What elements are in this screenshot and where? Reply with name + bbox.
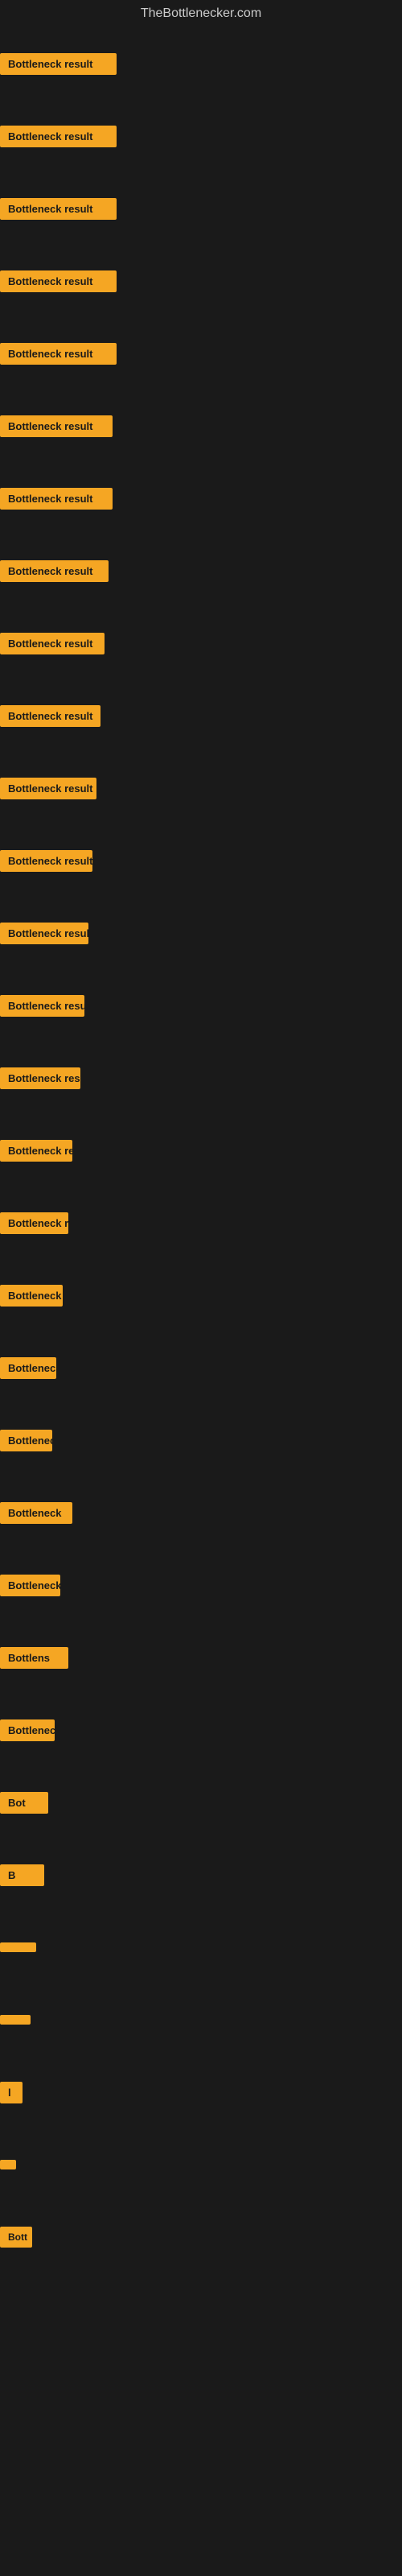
bottleneck-item-5[interactable]: Bottleneck result [0,317,402,390]
bottleneck-badge-7[interactable]: Bottleneck result [0,488,113,510]
bottleneck-badge-21[interactable]: Bottleneck [0,1502,72,1524]
bottleneck-badge-19[interactable]: Bottlenec [0,1357,56,1379]
bottleneck-item-16[interactable]: Bottleneck re [0,1114,402,1187]
bottleneck-badge-25[interactable]: Bot [0,1792,48,1814]
bottleneck-badge-1[interactable]: Bottleneck result [0,53,117,75]
bottleneck-item-10[interactable]: Bottleneck result [0,679,402,752]
bottleneck-item-15[interactable]: Bottleneck result [0,1042,402,1114]
bottleneck-badge-2[interactable]: Bottleneck result [0,126,117,147]
site-title: TheBottlenecker.com [0,0,402,27]
bottleneck-item-6[interactable]: Bottleneck result [0,390,402,462]
bottleneck-item-12[interactable]: Bottleneck result [0,824,402,897]
bottleneck-item-17[interactable]: Bottleneck result [0,1187,402,1259]
bottleneck-item-27[interactable] [0,1911,402,1984]
bottleneck-badge-6[interactable]: Bottleneck result [0,415,113,437]
bottleneck-item-18[interactable]: Bottleneck r [0,1259,402,1331]
bottleneck-badge-23[interactable]: Bottlens [0,1647,68,1669]
bottleneck-badge-29[interactable]: l [0,2082,23,2103]
bottleneck-badge-17[interactable]: Bottleneck result [0,1212,68,1234]
bottom-spacer [0,2273,402,2434]
bottleneck-badge-28[interactable] [0,2015,31,2025]
bottleneck-badge-15[interactable]: Bottleneck result [0,1067,80,1089]
bottleneck-badge-10[interactable]: Bottleneck result [0,705,100,727]
bottleneck-item-31[interactable]: Bott [0,2201,402,2273]
bottleneck-badge-12[interactable]: Bottleneck result [0,850,92,872]
bottleneck-badge-24[interactable]: Bottleneck [0,1719,55,1741]
bottleneck-badge-22[interactable]: Bottleneck res [0,1575,60,1596]
bottleneck-item-29[interactable]: l [0,2056,402,2128]
title-text: TheBottlenecker.com [141,6,261,20]
bottleneck-badge-27[interactable] [0,1942,36,1952]
bottleneck-badge-16[interactable]: Bottleneck re [0,1140,72,1162]
bottleneck-item-4[interactable]: Bottleneck result [0,245,402,317]
bottleneck-badge-13[interactable]: Bottleneck result [0,923,88,944]
bottleneck-item-26[interactable]: B [0,1839,402,1911]
bottleneck-item-7[interactable]: Bottleneck result [0,462,402,535]
bottleneck-item-3[interactable]: Bottleneck result [0,172,402,245]
bottleneck-item-22[interactable]: Bottleneck res [0,1549,402,1621]
bottleneck-item-8[interactable]: Bottleneck result [0,535,402,607]
bottleneck-badge-5[interactable]: Bottleneck result [0,343,117,365]
bottleneck-badge-3[interactable]: Bottleneck result [0,198,117,220]
bottleneck-item-11[interactable]: Bottleneck result [0,752,402,824]
bottleneck-item-25[interactable]: Bot [0,1766,402,1839]
bottleneck-badge-4[interactable]: Bottleneck result [0,270,117,292]
bottleneck-item-19[interactable]: Bottlenec [0,1331,402,1404]
bottleneck-badge-11[interactable]: Bottleneck result [0,778,96,799]
bottleneck-item-28[interactable] [0,1984,402,2056]
bottleneck-item-20[interactable]: Bottleneck r [0,1404,402,1476]
items-container: Bottleneck result Bottleneck result Bottle… [0,27,402,2273]
bottleneck-item-9[interactable]: Bottleneck result [0,607,402,679]
bottleneck-badge-26[interactable]: B [0,1864,44,1886]
bottleneck-item-13[interactable]: Bottleneck result [0,897,402,969]
bottleneck-item-24[interactable]: Bottleneck [0,1694,402,1766]
bottleneck-item-14[interactable]: Bottleneck result [0,969,402,1042]
bottleneck-item-30[interactable] [0,2128,402,2201]
bottleneck-badge-31[interactable]: Bott [0,2227,32,2248]
bottleneck-badge-20[interactable]: Bottleneck r [0,1430,52,1451]
bottleneck-badge-30[interactable] [0,2160,16,2169]
bottleneck-badge-9[interactable]: Bottleneck result [0,633,105,654]
bottleneck-item-21[interactable]: Bottleneck [0,1476,402,1549]
bottleneck-badge-18[interactable]: Bottleneck r [0,1285,63,1307]
bottleneck-item-1[interactable]: Bottleneck result [0,27,402,100]
bottleneck-badge-14[interactable]: Bottleneck result [0,995,84,1017]
bottleneck-item-23[interactable]: Bottlens [0,1621,402,1694]
bottleneck-badge-8[interactable]: Bottleneck result [0,560,109,582]
bottleneck-item-2[interactable]: Bottleneck result [0,100,402,172]
